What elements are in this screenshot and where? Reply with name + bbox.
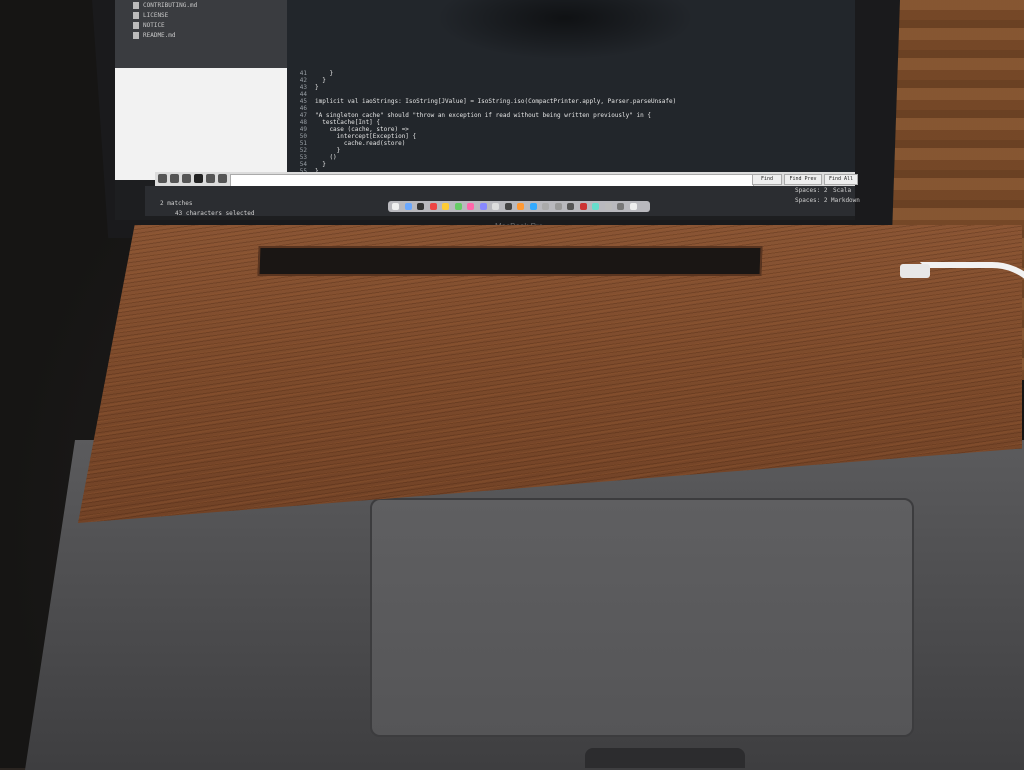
line-number: 54 (299, 161, 307, 168)
board-slot (257, 246, 762, 276)
dock-app-icon[interactable] (454, 203, 462, 210)
dock-app-icon[interactable] (604, 203, 612, 210)
match-count: 2 matches (160, 200, 193, 207)
indent-status[interactable]: Spaces: 2 (795, 187, 828, 194)
dock-app-icon[interactable] (429, 203, 437, 210)
file-icon (133, 32, 139, 39)
dock-app-icon[interactable] (542, 203, 549, 210)
case-icon[interactable] (170, 174, 179, 183)
find-all-button[interactable]: Find All (824, 174, 858, 185)
indent-status[interactable]: Spaces: 2 (795, 197, 828, 204)
sidebar-file[interactable]: CONTRIBUTING.md (143, 2, 197, 9)
dock-app-icon[interactable] (479, 203, 487, 210)
line-number: 53 (299, 154, 307, 161)
find-option-icon[interactable] (158, 174, 167, 183)
dock-app-icon[interactable] (417, 203, 424, 210)
code-line[interactable]: } (315, 147, 341, 154)
sidebar-header (115, 0, 287, 68)
line-number: 44 (299, 91, 307, 98)
dock-app-icon[interactable] (529, 203, 537, 210)
dock-app-icon[interactable] (567, 203, 574, 210)
code-line[interactable]: "A singleton cache" should "throw an exc… (315, 112, 651, 119)
line-number: 50 (299, 133, 307, 140)
sidebar-file[interactable]: NOTICE (143, 22, 165, 29)
line-number: 46 (299, 105, 307, 112)
code-line[interactable]: } (315, 77, 326, 84)
selection-count: 43 characters selected (175, 210, 255, 217)
syntax-status[interactable]: Markdown (831, 197, 860, 204)
trackpad[interactable] (370, 498, 914, 737)
dock-app-icon[interactable] (492, 203, 499, 210)
dock-app-icon[interactable] (579, 203, 587, 210)
code-line[interactable]: testCache[Int] { (315, 119, 380, 126)
dock-app-icon[interactable] (504, 203, 512, 210)
find-button[interactable]: Find (752, 174, 782, 185)
dock-app-icon[interactable] (392, 203, 399, 210)
sidebar-file[interactable]: LICENSE (143, 12, 168, 19)
code-line[interactable]: cache.read(store) (315, 140, 405, 147)
line-number: 49 (299, 126, 307, 133)
dock-app-icon[interactable] (404, 203, 412, 210)
find-prev-button[interactable]: Find Prev (784, 174, 822, 185)
line-number: 47 (299, 112, 307, 119)
line-number: 51 (299, 140, 307, 147)
line-number: 42 (299, 77, 307, 84)
code-line[interactable]: implicit val iaoStrings: IsoString[JValu… (315, 98, 676, 105)
dock-app-icon[interactable] (517, 203, 524, 210)
line-number: 41 (299, 70, 307, 77)
file-icon (133, 12, 139, 19)
dock-app-icon[interactable] (467, 203, 474, 210)
line-number: 45 (299, 98, 307, 105)
code-line[interactable]: } (315, 84, 319, 91)
sidebar-file[interactable]: README.md (143, 32, 176, 39)
highlight-icon[interactable] (218, 174, 227, 183)
file-sidebar: CONTRIBUTING.md LICENSE NOTICE README.md (115, 0, 287, 180)
file-icon (133, 22, 139, 29)
lid-notch (585, 748, 745, 768)
selection-icon[interactable] (206, 174, 215, 183)
code-line[interactable]: } (315, 70, 333, 77)
dock-app-icon[interactable] (442, 203, 449, 210)
code-line[interactable]: intercept[Exception] { (315, 133, 416, 140)
dock-app-icon[interactable] (592, 203, 599, 210)
usb-c-plug (900, 264, 930, 278)
wrap-icon[interactable] (194, 174, 203, 183)
code-line[interactable]: } (315, 161, 326, 168)
charging-cable (920, 262, 1024, 394)
word-icon[interactable] (182, 174, 191, 183)
dock-app-icon[interactable] (554, 203, 562, 210)
file-icon (133, 2, 139, 9)
syntax-status[interactable]: Scala (833, 187, 851, 194)
screen-reflection (435, 0, 695, 60)
code-line[interactable]: () (315, 154, 336, 161)
dock-app-icon[interactable] (629, 203, 637, 210)
line-number: 48 (299, 119, 307, 126)
line-number: 52 (299, 147, 307, 154)
code-line[interactable]: case (cache, store) => (315, 126, 408, 133)
line-number: 43 (299, 84, 307, 91)
dock-app-icon[interactable] (617, 203, 624, 210)
